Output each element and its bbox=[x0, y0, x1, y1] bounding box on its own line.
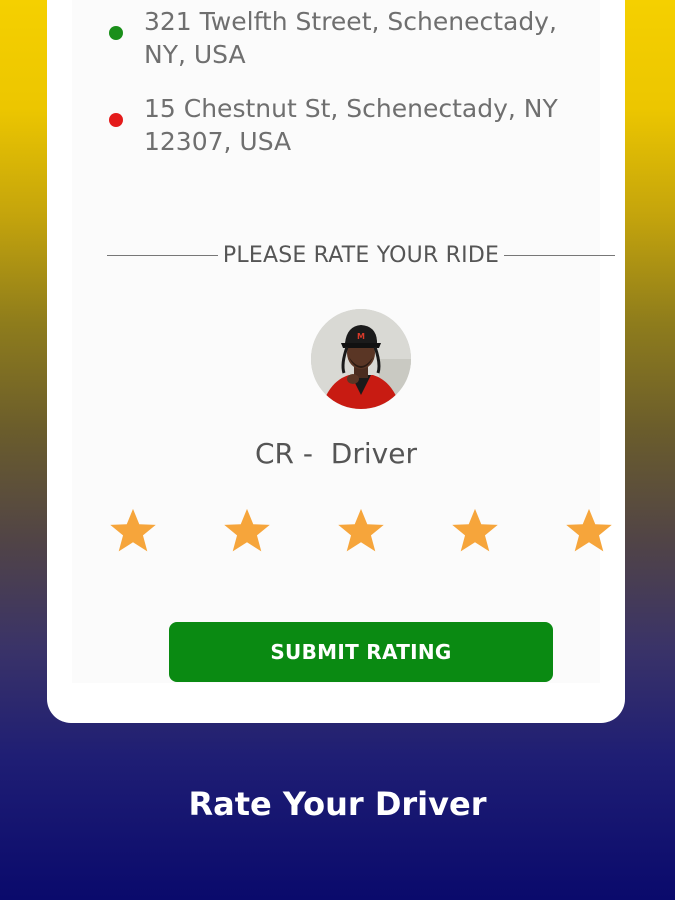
star-icon-4[interactable] bbox=[449, 505, 501, 557]
divider-line-right bbox=[504, 254, 615, 256]
dropoff-address: 15 Chestnut St, Schenectady, NY 12307, U… bbox=[144, 94, 558, 156]
dropoff-dot-icon bbox=[109, 113, 123, 127]
phone-screen-card: 321 Twelfth Street, Schenectady, NY, USA… bbox=[47, 0, 625, 723]
rate-section-label: PLEASE RATE YOUR RIDE bbox=[222, 242, 500, 268]
driver-name: CR - Driver bbox=[255, 437, 417, 470]
star-icon-1[interactable] bbox=[107, 505, 159, 557]
dropoff-address-row: 15 Chestnut St, Schenectady, NY 12307, U… bbox=[109, 92, 580, 158]
star-rating[interactable] bbox=[107, 505, 615, 557]
divider-line-left bbox=[107, 254, 218, 256]
pickup-dot-icon bbox=[109, 26, 123, 40]
rating-screen: 321 Twelfth Street, Schenectady, NY, USA… bbox=[72, 0, 615, 683]
pickup-address: 321 Twelfth Street, Schenectady, NY, USA bbox=[144, 7, 557, 69]
driver-avatar: M bbox=[311, 309, 411, 409]
star-icon-3[interactable] bbox=[335, 505, 387, 557]
star-icon-2[interactable] bbox=[221, 505, 273, 557]
pickup-address-row: 321 Twelfth Street, Schenectady, NY, USA bbox=[109, 5, 580, 71]
driver-photo-icon: M bbox=[311, 309, 411, 409]
promo-caption: Rate Your Driver bbox=[188, 785, 487, 823]
submit-rating-button[interactable]: SUBMIT RATING bbox=[169, 622, 553, 682]
rate-section-divider: PLEASE RATE YOUR RIDE bbox=[107, 240, 615, 270]
svg-text:M: M bbox=[357, 332, 365, 341]
star-icon-5[interactable] bbox=[563, 505, 615, 557]
